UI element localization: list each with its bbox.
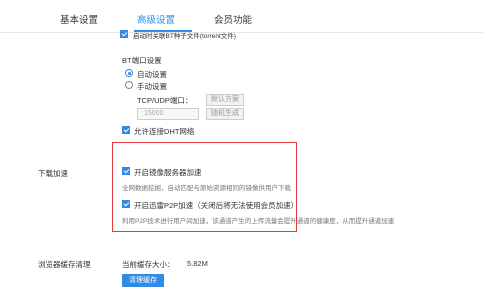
manual-port-radio[interactable] [125, 81, 133, 89]
auto-port-radio[interactable] [125, 69, 133, 77]
tab-member-features[interactable]: 会员功能 [214, 12, 252, 26]
port-label: TCP/UDP端口： [137, 96, 193, 105]
dht-checkbox[interactable] [122, 126, 130, 134]
torrent-association-checkbox[interactable] [120, 30, 128, 38]
auto-port-label: 自动设置 [137, 70, 167, 79]
manual-port-label: 手动设置 [137, 82, 167, 91]
tab-divider [0, 32, 483, 33]
torrent-association-label: 启动时关联BT种子文件(torrent文件) [133, 33, 236, 40]
download-accel-section-label: 下载加速 [38, 169, 68, 178]
dht-label: 允许连接DHT网络 [134, 127, 195, 136]
cache-section-label: 浏览器缓存清理 [38, 260, 91, 269]
cache-size-value: 5.82M [187, 259, 208, 268]
settings-tab-bar: 基本设置 高级设置 会员功能 [0, 0, 483, 32]
tab-advanced-settings[interactable]: 高级设置 [137, 12, 175, 26]
default-scheme-button[interactable]: 默认方案 [206, 94, 244, 106]
tab-basic-settings[interactable]: 基本设置 [60, 12, 98, 26]
clear-cache-button[interactable]: 清理缓存 [122, 274, 164, 287]
highlight-box [112, 142, 297, 232]
cache-size-label: 当前缓存大小： [122, 260, 175, 269]
port-input[interactable]: 15000 [137, 108, 199, 120]
random-generate-button[interactable]: 随机生成 [206, 108, 244, 120]
bt-port-title: BT端口设置 [122, 56, 162, 65]
